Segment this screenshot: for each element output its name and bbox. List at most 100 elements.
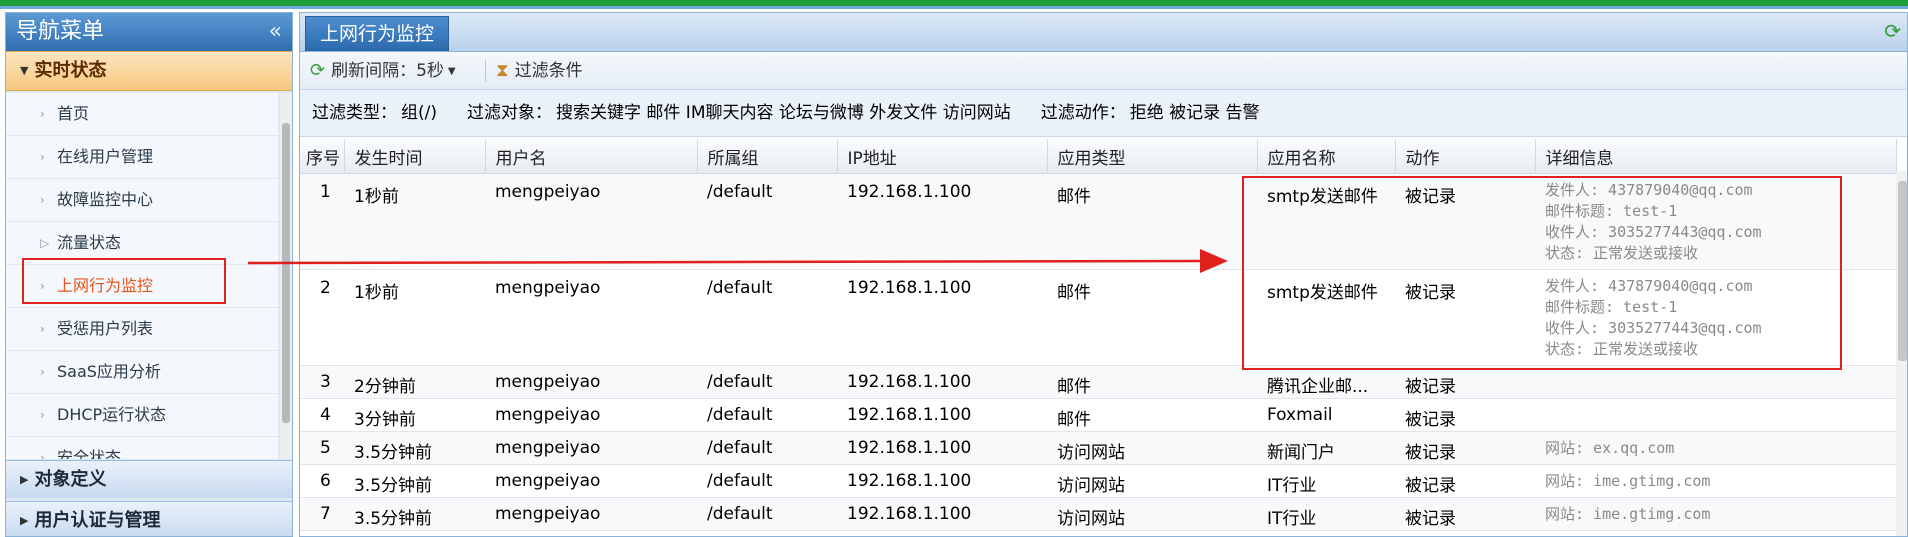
ip-address: 192.168.1.100	[837, 497, 1047, 531]
event-time: 3.5分钟前	[344, 497, 485, 531]
app-type: 邮件	[1047, 269, 1257, 366]
column-header[interactable]: 所属组	[697, 139, 838, 174]
detail-info: 网站: ime.gtimg.com	[1535, 497, 1896, 531]
table-header-row: 序号 发生时间 用户名 所属组 IP地址 应用类型 应用名称 动作 详细信息	[300, 139, 1897, 174]
nav-scrollbar[interactable]	[280, 93, 292, 459]
event-time: 3.5分钟前	[344, 464, 485, 498]
top-strip	[0, 0, 1908, 9]
ip-address: 192.168.1.100	[837, 269, 1047, 366]
filter-action-label: 过滤动作：	[1040, 103, 1126, 123]
group: /default	[697, 431, 837, 465]
table-scroll-thumb[interactable]	[1898, 181, 1907, 361]
app-type: 邮件	[1047, 365, 1257, 399]
row-number: 7	[300, 497, 344, 531]
nav-group-realtime[interactable]: ▼ 实时状态	[6, 51, 292, 91]
event-time: 3分钟前	[344, 398, 485, 432]
action: 被记录	[1395, 431, 1535, 465]
row-number: 3	[300, 365, 344, 399]
group: /default	[697, 464, 837, 498]
app-type: 邮件	[1047, 398, 1257, 432]
toolbar-separator	[485, 60, 486, 82]
column-header[interactable]: IP地址	[837, 139, 1048, 174]
table-row[interactable]: 4 3分钟前 mengpeiyao /default 192.168.1.100…	[300, 398, 1896, 432]
filter-action-value: 拒绝 被记录 告警	[1129, 103, 1260, 123]
column-header[interactable]: 用户名	[485, 139, 698, 174]
ip-address: 192.168.1.100	[837, 398, 1047, 432]
refresh-interval-label: 刷新间隔：5秒	[331, 61, 444, 81]
username: mengpeiyao	[485, 398, 697, 432]
chevron-right-icon: ›	[40, 322, 45, 336]
row-number: 6	[300, 464, 344, 498]
username: mengpeiyao	[485, 365, 697, 399]
action: 被记录	[1395, 464, 1535, 498]
chevron-right-icon: ›	[40, 365, 45, 379]
nav-item-home[interactable]: › 首页	[6, 93, 278, 136]
caret-down-icon: ▼	[447, 66, 456, 77]
ip-address: 192.168.1.100	[837, 464, 1047, 498]
app-name: 新闻门户	[1257, 431, 1395, 465]
nav-item-security-status[interactable]: › 安全状态	[6, 437, 278, 459]
refresh-icon: ⟳	[310, 60, 326, 81]
nav-item-punished-users[interactable]: › 受惩用户列表	[6, 308, 278, 351]
detail-info	[1535, 365, 1896, 399]
username: mengpeiyao	[485, 269, 697, 366]
event-time: 3.5分钟前	[344, 431, 485, 465]
tab-bar: 上网行为监控 ⟳	[300, 13, 1907, 52]
refresh-icon[interactable]: ⟳	[1884, 19, 1901, 43]
triangle-down-icon: ▼	[20, 64, 29, 77]
column-header[interactable]: 应用名称	[1257, 139, 1396, 174]
collapse-icon[interactable]: «	[269, 13, 282, 51]
filter-summary-bar: 过滤类型： 组(/) 过滤对象： 搜索关键字 邮件 IM聊天内容 论坛与微博 外发文件…	[300, 90, 1907, 137]
column-header[interactable]: 详细信息	[1535, 139, 1897, 174]
nav-group-user-auth[interactable]: ▶ 用户认证与管理	[6, 501, 292, 536]
username: mengpeiyao	[485, 497, 697, 531]
filter-conditions-button[interactable]: ⧗ 过滤条件	[496, 52, 583, 89]
triangle-right-icon: ▶	[20, 473, 29, 486]
filter-conditions-label: 过滤条件	[514, 61, 583, 81]
app-type: 访问网站	[1047, 497, 1257, 531]
table-scrollbar[interactable]	[1896, 171, 1907, 536]
nav-scroll-thumb[interactable]	[282, 123, 290, 423]
table-row[interactable]: 6 3.5分钟前 mengpeiyao /default 192.168.1.1…	[300, 464, 1896, 498]
row-number: 5	[300, 431, 344, 465]
nav-item-fault-monitor[interactable]: › 故障监控中心	[6, 179, 278, 222]
row-number: 2	[300, 269, 344, 366]
table-row[interactable]: 3 2分钟前 mengpeiyao /default 192.168.1.100…	[300, 365, 1896, 399]
action: 被记录	[1395, 497, 1535, 531]
app-type: 访问网站	[1047, 431, 1257, 465]
nav-item-saas-analysis[interactable]: › SaaS应用分析	[6, 351, 278, 394]
ip-address: 192.168.1.100	[837, 365, 1047, 399]
app-name: Foxmail	[1257, 398, 1395, 432]
filter-object-value: 搜索关键字 邮件 IM聊天内容 论坛与微博 外发文件 访问网站	[556, 103, 1011, 123]
toolbar: ⟳ 刷新间隔：5秒 ▼ ⧗ 过滤条件	[300, 52, 1907, 90]
detail-info	[1535, 398, 1896, 432]
refresh-interval-button[interactable]: ⟳ 刷新间隔：5秒 ▼	[310, 52, 456, 89]
tab-web-behavior-monitor[interactable]: 上网行为监控	[305, 16, 450, 51]
hourglass-icon: ⧗	[496, 60, 509, 81]
column-header[interactable]: 发生时间	[344, 139, 486, 174]
column-header[interactable]: 动作	[1395, 139, 1536, 174]
ip-address: 192.168.1.100	[837, 173, 1047, 270]
row-number: 4	[300, 398, 344, 432]
app-name: 腾讯企业邮...	[1257, 365, 1395, 399]
nav-item-online-users[interactable]: › 在线用户管理	[6, 136, 278, 179]
app-type: 访问网站	[1047, 464, 1257, 498]
table-row[interactable]: 5 3.5分钟前 mengpeiyao /default 192.168.1.1…	[300, 431, 1896, 465]
action: 被记录	[1395, 365, 1535, 399]
nav-group-object-definition[interactable]: ▶ 对象定义	[6, 460, 292, 498]
group: /default	[697, 269, 837, 366]
nav-item-dhcp-status[interactable]: › DHCP运行状态	[6, 394, 278, 437]
column-header[interactable]: 应用类型	[1047, 139, 1258, 174]
group: /default	[697, 173, 837, 270]
nav-group-label: 对象定义	[34, 469, 107, 490]
username: mengpeiyao	[485, 173, 697, 270]
app-name: IT行业	[1257, 464, 1395, 498]
username: mengpeiyao	[485, 464, 697, 498]
table-row[interactable]: 7 3.5分钟前 mengpeiyao /default 192.168.1.1…	[300, 497, 1896, 531]
chevron-right-icon: ›	[40, 193, 45, 207]
group: /default	[697, 497, 837, 531]
filter-object-label: 过滤对象：	[467, 103, 552, 123]
chevron-right-icon: ›	[40, 408, 45, 422]
column-header[interactable]: 序号	[300, 139, 345, 174]
detail-info: 网站: ex.qq.com	[1535, 431, 1896, 465]
